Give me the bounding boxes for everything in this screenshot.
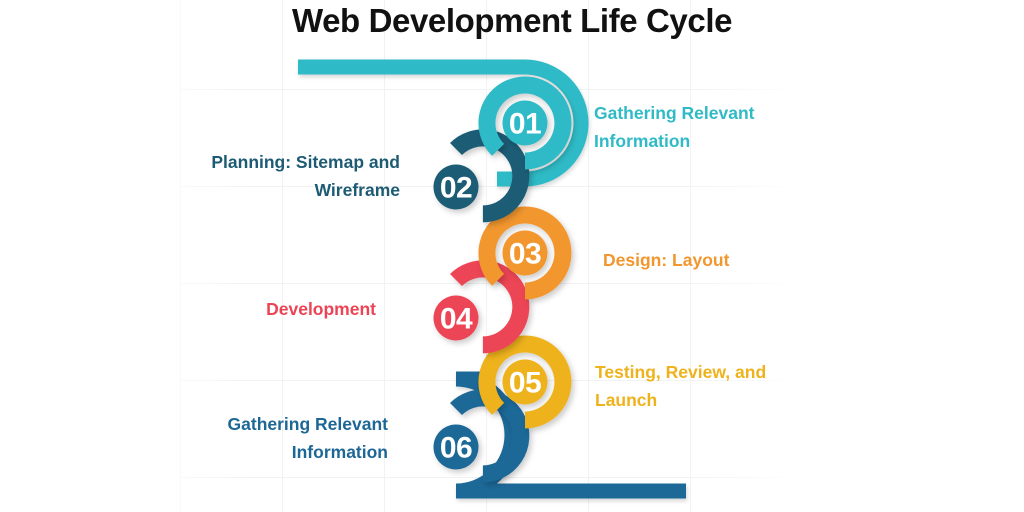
step-label-03: Design: Layout: [603, 250, 730, 270]
step-number-01: 01: [509, 108, 541, 141]
step-label-05: Testing, Review, and Launch: [595, 362, 767, 410]
step-label-06: Gathering Relevant Information: [227, 414, 388, 462]
step-number-03: 03: [509, 238, 541, 271]
step-number-06: 06: [440, 432, 472, 465]
infographic-canvas: Web Development Life Cycle 06 05 04 03 0…: [0, 0, 1024, 512]
step-number-02: 02: [440, 172, 472, 205]
step-label-01: Gathering Relevant Information: [594, 103, 755, 151]
step-number-05: 05: [509, 367, 541, 400]
process-diagram: 06 05 04 03 02 01: [298, 59, 686, 499]
step-label-04: Development: [266, 299, 376, 319]
step-label-02: Planning: Sitemap and Wireframe: [211, 152, 400, 200]
step-number-04: 04: [440, 303, 473, 336]
